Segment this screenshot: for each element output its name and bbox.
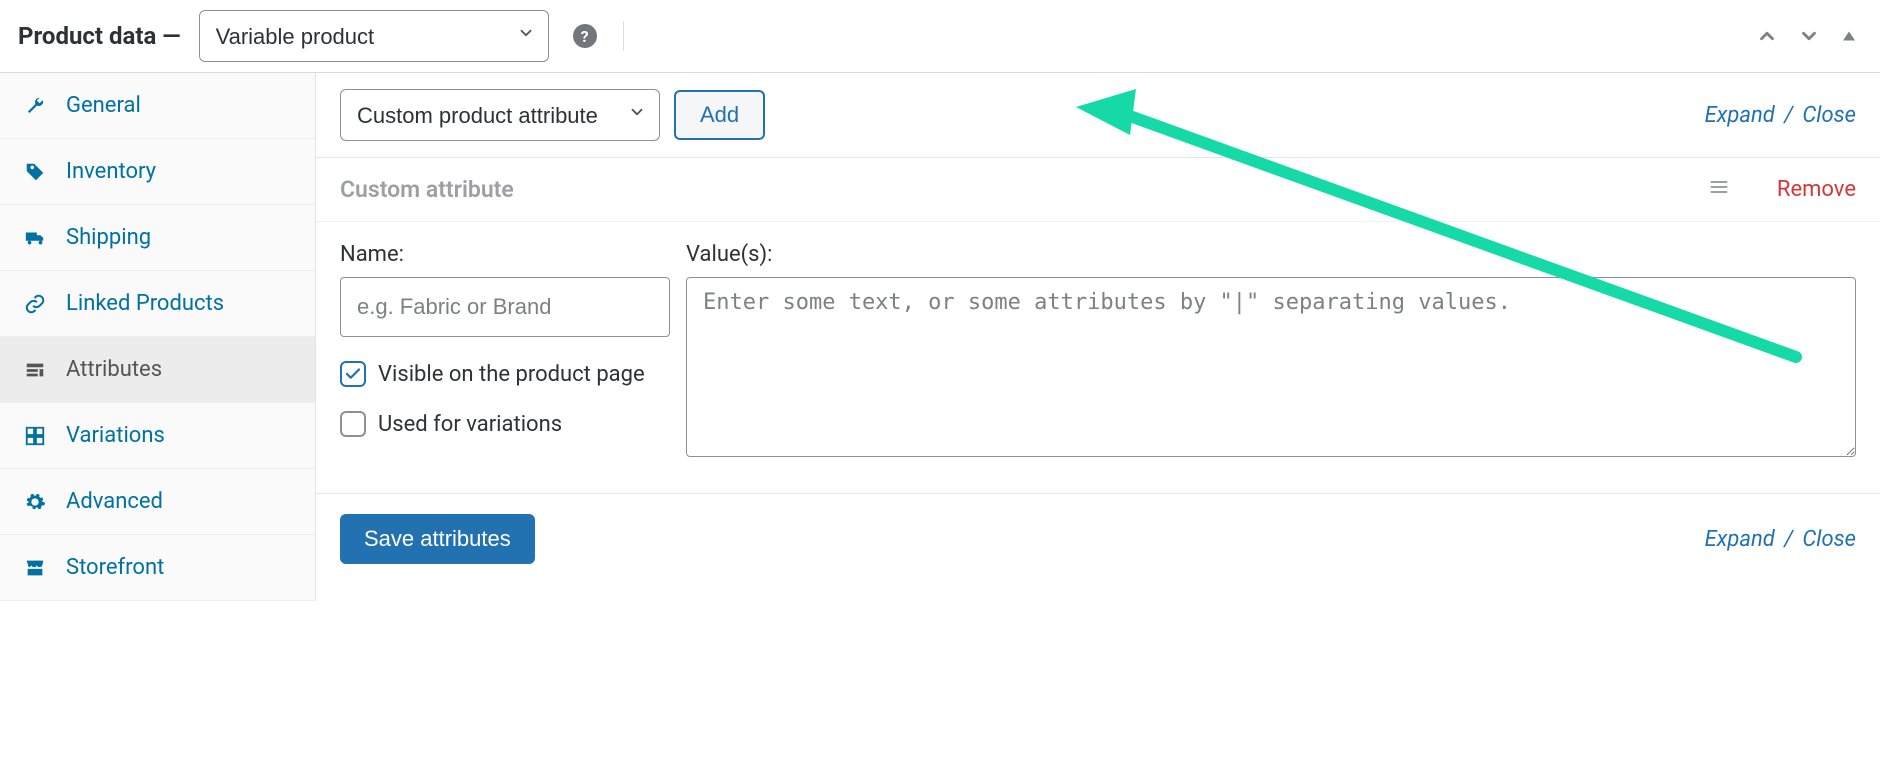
attribute-name-input[interactable] bbox=[340, 277, 670, 337]
add-attribute-button[interactable]: Add bbox=[674, 90, 765, 140]
move-up-button[interactable] bbox=[1752, 21, 1782, 51]
attributes-toolbar: Custom product attribute Add Expand / Cl… bbox=[316, 73, 1880, 158]
attributes-footer: Save attributes Expand / Close bbox=[316, 494, 1880, 584]
attribute-type-select[interactable]: Custom product attribute bbox=[340, 89, 660, 141]
expand-link[interactable]: Expand bbox=[1705, 527, 1775, 552]
panel-header: Product data — Variable product ? bbox=[0, 0, 1880, 73]
attribute-header[interactable]: Custom attribute Remove bbox=[316, 158, 1880, 222]
visible-checkbox[interactable] bbox=[340, 361, 366, 387]
tab-attributes[interactable]: Attributes bbox=[0, 337, 315, 403]
tag-icon bbox=[22, 161, 48, 183]
list-icon bbox=[22, 359, 48, 381]
link-icon bbox=[22, 293, 48, 315]
tab-label: Advanced bbox=[66, 489, 163, 514]
used-for-variations-label: Used for variations bbox=[378, 412, 562, 437]
attribute-block: Custom attribute Remove Name: bbox=[316, 157, 1880, 494]
grid-icon bbox=[22, 425, 48, 447]
move-down-button[interactable] bbox=[1794, 21, 1824, 51]
help-icon[interactable]: ? bbox=[573, 24, 597, 48]
save-attributes-button[interactable]: Save attributes bbox=[340, 514, 535, 564]
truck-icon bbox=[22, 227, 48, 249]
gear-icon bbox=[22, 491, 48, 513]
product-data-tabs: General Inventory Shipping Linked Produc… bbox=[0, 73, 316, 601]
tab-label: Linked Products bbox=[66, 291, 224, 316]
tab-label: General bbox=[66, 93, 141, 118]
remove-attribute-link[interactable]: Remove bbox=[1777, 177, 1856, 202]
panel-title: Product data — bbox=[18, 22, 181, 50]
tab-label: Shipping bbox=[66, 225, 151, 250]
values-label: Value(s): bbox=[686, 242, 1856, 267]
tab-advanced[interactable]: Advanced bbox=[0, 469, 315, 535]
attribute-heading: Custom attribute bbox=[340, 176, 514, 203]
tab-label: Variations bbox=[66, 423, 165, 448]
product-type-select[interactable]: Variable product bbox=[199, 10, 549, 62]
tab-inventory[interactable]: Inventory bbox=[0, 139, 315, 205]
drag-handle-icon[interactable] bbox=[1707, 177, 1731, 203]
tab-label: Storefront bbox=[66, 555, 164, 580]
visible-checkbox-label: Visible on the product page bbox=[378, 362, 645, 387]
collapse-toggle-icon[interactable] bbox=[1836, 23, 1862, 49]
attribute-values-textarea[interactable] bbox=[686, 277, 1856, 457]
tab-shipping[interactable]: Shipping bbox=[0, 205, 315, 271]
tab-storefront[interactable]: Storefront bbox=[0, 535, 315, 601]
tab-content: Custom product attribute Add Expand / Cl… bbox=[316, 73, 1880, 601]
tab-label: Inventory bbox=[66, 159, 156, 184]
tab-label: Attributes bbox=[66, 357, 162, 382]
tab-general[interactable]: General bbox=[0, 73, 315, 139]
tab-variations[interactable]: Variations bbox=[0, 403, 315, 469]
tab-linked-products[interactable]: Linked Products bbox=[0, 271, 315, 337]
close-link[interactable]: Close bbox=[1802, 527, 1856, 552]
storefront-icon bbox=[22, 557, 48, 579]
used-for-variations-checkbox[interactable] bbox=[340, 411, 366, 437]
name-label: Name: bbox=[340, 242, 670, 267]
divider bbox=[623, 21, 624, 51]
close-link[interactable]: Close bbox=[1802, 103, 1856, 128]
panel-body: General Inventory Shipping Linked Produc… bbox=[0, 73, 1880, 601]
wrench-icon bbox=[22, 95, 48, 117]
expand-link[interactable]: Expand bbox=[1705, 103, 1775, 128]
